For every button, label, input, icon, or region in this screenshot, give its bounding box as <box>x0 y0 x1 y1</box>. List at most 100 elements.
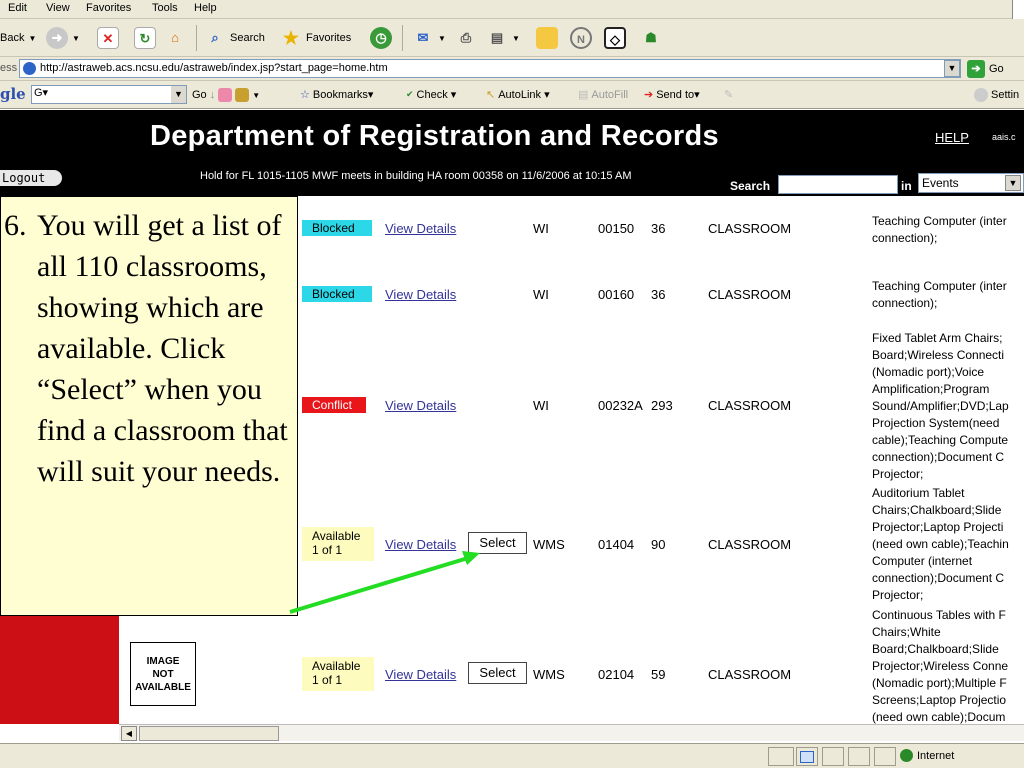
menu-tools[interactable]: Tools <box>152 2 178 14</box>
mail-button[interactable]: ✉ ▼ <box>412 19 446 57</box>
capacity-cell: 59 <box>651 667 666 682</box>
highlighter-icon: ✎ <box>724 89 734 101</box>
search-toolbar-button[interactable]: ⌕ Search <box>204 19 265 57</box>
globe-icon <box>900 749 913 762</box>
room-cell: 00232A <box>598 398 643 413</box>
capacity-cell: 293 <box>651 398 673 413</box>
google-toolbar: gle G▾ ▼ Go ↓ ▼ ☆ Bookmarks▾ ✔ Check ▾ ↖ … <box>0 81 1024 109</box>
page-icon <box>23 62 36 75</box>
status-pane <box>848 747 870 766</box>
autofill-button[interactable]: ▤ AutoFill <box>578 88 628 102</box>
status-pane <box>822 747 844 766</box>
status-badge: Blocked <box>302 286 372 302</box>
status-pane-icon <box>796 747 818 766</box>
google-go-button[interactable]: Go ↓ ▼ <box>192 88 260 102</box>
edit-button[interactable]: ▤ ▼ <box>486 19 520 57</box>
building-cell: WMS <box>533 537 565 552</box>
building-cell: WI <box>533 221 549 236</box>
home-button[interactable]: ⌂ <box>164 19 186 57</box>
address-input[interactable]: http://astraweb.acs.ncsu.edu/astraweb/in… <box>19 59 961 78</box>
window-icon <box>800 751 814 763</box>
back-button[interactable]: Back ▼ <box>0 19 36 57</box>
instruction-callout: 6. You will get a list of all 110 classr… <box>0 196 298 616</box>
home-icon: ⌂ <box>171 30 179 45</box>
select-button[interactable]: Select <box>468 662 527 684</box>
type-cell: CLASSROOM <box>708 287 792 302</box>
status-pane <box>768 747 794 766</box>
address-label: ess <box>0 62 18 74</box>
room-cell: 00150 <box>598 221 635 236</box>
status-badge: Blocked <box>302 220 372 236</box>
research-icon: ◇ <box>604 27 626 49</box>
select-button[interactable]: Select <box>468 532 527 554</box>
search-scope-select[interactable]: Events ▼ <box>918 173 1024 193</box>
scrollbar-thumb[interactable] <box>139 726 279 741</box>
amenities-cell: Continuous Tables with F Chairs;White Bo… <box>872 608 1009 724</box>
room-image-placeholder: IMAGE NOT AVAILABLE <box>130 642 196 706</box>
stop-icon: ✕ <box>97 27 119 49</box>
forward-button[interactable]: ➜ ▼ <box>46 19 80 57</box>
instruction-text: You will get a list of all 110 classroom… <box>37 209 288 488</box>
refresh-button[interactable]: ↻ <box>134 19 156 57</box>
forward-arrow-icon: ➜ <box>46 27 68 49</box>
standard-toolbar: Back ▼ ➜ ▼ ✕ ↻ ⌂ ⌕ Search ★ Favorites ◷ ✉ ▼… <box>0 19 1024 57</box>
history-icon: ◷ <box>370 27 392 49</box>
capacity-cell: 36 <box>651 221 666 236</box>
highlighter-button[interactable]: ✎ <box>724 88 733 101</box>
people-icon: ☗ <box>645 30 657 45</box>
status-badge: Available 1 of 1 <box>302 657 374 691</box>
menu-help[interactable]: Help <box>194 2 217 14</box>
favorites-toolbar-button[interactable]: ★ Favorites <box>280 19 351 57</box>
building-cell: WI <box>533 287 549 302</box>
logout-button[interactable]: Logout <box>0 170 62 186</box>
bookmarks-button[interactable]: ☆ Bookmarks▾ <box>300 88 373 101</box>
view-details-link[interactable]: View Details <box>385 667 456 682</box>
arrow-line <box>289 556 469 614</box>
view-details-link[interactable]: View Details <box>385 537 456 552</box>
messenger-button[interactable]: N <box>570 19 592 57</box>
mail-icon: ✉ <box>417 30 429 45</box>
history-button[interactable]: ◷ <box>370 19 392 57</box>
status-pane <box>874 747 896 766</box>
horizontal-scrollbar[interactable]: ◀ <box>119 724 1024 741</box>
google-search-dropdown[interactable]: ▼ <box>171 86 186 103</box>
go-button[interactable]: ➔ Go <box>967 59 1004 79</box>
go-arrow-icon: ➔ <box>967 60 985 78</box>
print-button[interactable]: ⎙ <box>455 19 477 57</box>
menu-edit[interactable]: Edit <box>8 2 27 14</box>
room-cell: 00160 <box>598 287 635 302</box>
google-search-input[interactable]: G▾ ▼ <box>31 85 187 104</box>
menu-view[interactable]: View <box>46 2 70 14</box>
sendto-icon: ➔ <box>644 89 654 101</box>
view-details-link[interactable]: View Details <box>385 287 456 302</box>
toolbar-separator <box>402 25 403 51</box>
people-button[interactable]: ☗ <box>640 19 662 57</box>
refresh-icon: ↻ <box>134 27 156 49</box>
autolink-button[interactable]: ↖ AutoLink ▾ <box>486 88 550 101</box>
view-details-link[interactable]: View Details <box>385 221 456 236</box>
scroll-left-icon[interactable]: ◀ <box>121 726 137 741</box>
bookmark-star-icon: ☆ <box>300 89 310 101</box>
in-label: in <box>901 179 912 193</box>
research-button[interactable]: ◇ <box>604 19 626 57</box>
status-bar: Internet <box>0 743 1024 768</box>
folder-button[interactable] <box>536 19 558 57</box>
search-input[interactable] <box>778 175 898 194</box>
printer-icon: ⎙ <box>460 30 472 45</box>
menu-favorites[interactable]: Favorites <box>86 2 131 14</box>
spellcheck-button[interactable]: ✔ Check ▾ <box>406 88 456 101</box>
view-details-link[interactable]: View Details <box>385 398 456 413</box>
amenities-cell: Teaching Computer (inter connection); <box>872 279 1007 310</box>
autofill-icon: ▤ <box>578 89 589 101</box>
settings-button[interactable]: Settin <box>974 88 1019 102</box>
menu-bar: Edit View Favorites Tools Help <box>0 0 1024 19</box>
type-cell: CLASSROOM <box>708 667 792 682</box>
sendto-button[interactable]: ➔ Send to▾ <box>644 88 700 101</box>
stop-button[interactable]: ✕ <box>97 19 119 57</box>
capacity-cell: 90 <box>651 537 666 552</box>
address-dropdown-button[interactable]: ▼ <box>944 60 960 77</box>
amenities-cell: Auditorium Tablet Chairs;Chalkboard;Slid… <box>872 486 1009 602</box>
help-link[interactable]: HELP <box>935 130 969 145</box>
edit-page-icon: ▤ <box>490 30 504 45</box>
building-cell: WI <box>533 398 549 413</box>
